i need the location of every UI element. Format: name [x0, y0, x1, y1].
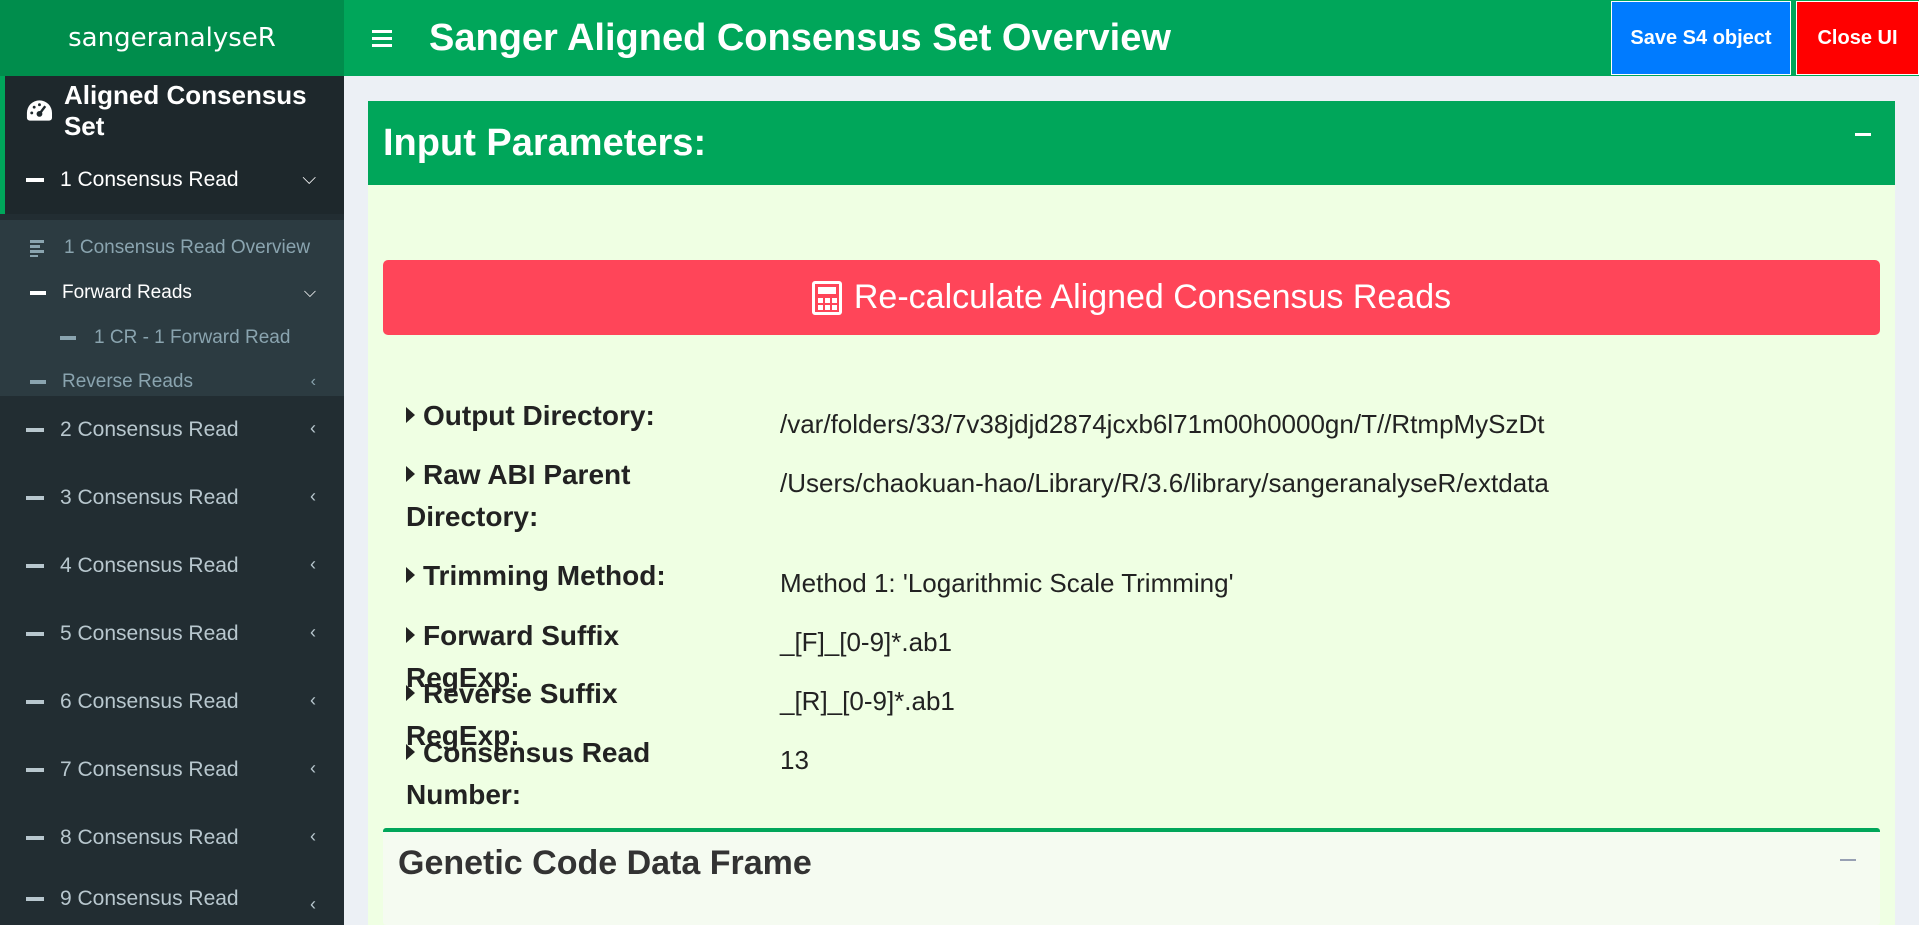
chevron-left-icon: ‹: [310, 894, 316, 914]
submenu-item-overview[interactable]: 1 Consensus Read Overview: [0, 226, 344, 270]
sidebar-item-label: 5 Consensus Read: [60, 622, 239, 645]
consensus-read-1-submenu: 1 Consensus Read Overview Forward Reads …: [0, 220, 344, 396]
genetic-code-panel-title: Genetic Code Data Frame: [398, 844, 812, 882]
chevron-left-icon: ‹: [310, 373, 316, 390]
chevron-left-icon: ‹: [310, 554, 316, 574]
collapse-icon[interactable]: [1838, 850, 1858, 870]
sidebar-header[interactable]: Aligned Consensus Set: [0, 76, 344, 146]
minus-icon: [26, 768, 44, 772]
param-value-consensus-read-number: 13: [780, 745, 809, 775]
sidebar-item-label: 1 Consensus Read: [60, 168, 239, 191]
minus-icon: [26, 428, 44, 432]
sidebar-item-consensus-read-4[interactable]: 4 Consensus Read ‹: [0, 532, 344, 600]
sidebar-item-consensus-read-3[interactable]: 3 Consensus Read ‹: [0, 464, 344, 532]
sidebar-item-label: 3 Consensus Read: [60, 486, 239, 509]
submenu-item-label: Reverse Reads: [62, 371, 193, 392]
page-title: Sanger Aligned Consensus Set Overview: [429, 17, 1171, 59]
chevron-left-icon: ‹: [310, 486, 316, 506]
app-logo[interactable]: sangeranalyseR: [0, 0, 344, 76]
chevron-left-icon: ‹: [310, 622, 316, 642]
param-value-output-directory: /var/folders/33/7v38jdjd2874jcxb6l71m00h…: [780, 409, 1545, 439]
sidebar-item-consensus-read-7[interactable]: 7 Consensus Read ‹: [0, 736, 344, 804]
param-label-consensus-read-number[interactable]: Consensus Read Number:: [406, 732, 726, 816]
sidebar-item-label: 2 Consensus Read: [60, 418, 239, 441]
submenu-item-forward-reads[interactable]: Forward Reads ⌵: [0, 271, 344, 315]
submenu-item-label: Forward Reads: [62, 282, 192, 303]
genetic-code-panel: Genetic Code Data Frame: [383, 828, 1880, 925]
submenu-item-label: 1 CR - 1 Forward Read: [94, 327, 291, 348]
minus-icon: [26, 496, 44, 500]
caret-right-icon: [406, 567, 415, 583]
sidebar-toggle-icon[interactable]: [364, 20, 400, 56]
minus-icon: [26, 564, 44, 568]
param-value-trimming-method: Method 1: 'Logarithmic Scale Trimming': [780, 568, 1234, 598]
sidebar-item-consensus-read-5[interactable]: 5 Consensus Read ‹: [0, 600, 344, 668]
param-label-trimming-method[interactable]: Trimming Method:: [406, 555, 726, 597]
caret-right-icon: [406, 466, 415, 482]
sidebar-item-consensus-read-9[interactable]: 9 Consensus Read ‹: [0, 872, 344, 925]
sidebar-item-consensus-read-8[interactable]: 8 Consensus Read ‹: [0, 804, 344, 872]
calculator-icon: [811, 280, 842, 315]
minus-icon: [26, 632, 44, 636]
minus-icon: [26, 700, 44, 704]
caret-right-icon: [406, 627, 415, 643]
param-label-raw-abi-directory[interactable]: Raw ABI Parent Directory:: [406, 454, 726, 538]
align-left-icon: [30, 240, 44, 257]
caret-right-icon: [406, 685, 415, 701]
panel-header: Input Parameters:: [368, 101, 1895, 185]
caret-right-icon: [406, 407, 415, 423]
param-label-output-directory[interactable]: Output Directory:: [406, 395, 726, 437]
save-s4-object-button[interactable]: Save S4 object: [1611, 1, 1791, 75]
minus-icon: [26, 896, 44, 901]
sidebar-item-consensus-read-1[interactable]: 1 Consensus Read ⌵: [0, 146, 344, 214]
sidebar-item-label: 9 Consensus Read: [60, 886, 239, 910]
chevron-left-icon: ‹: [310, 826, 316, 846]
input-parameters-panel: Input Parameters: Re-calculate Aligned C…: [368, 101, 1895, 925]
recalculate-label: Re-calculate Aligned Consensus Reads: [853, 278, 1452, 316]
minus-icon: [30, 380, 46, 384]
recalculate-button[interactable]: Re-calculate Aligned Consensus Reads: [383, 260, 1880, 335]
sidebar-item-consensus-read-2[interactable]: 2 Consensus Read ‹: [0, 396, 344, 464]
collapse-icon[interactable]: [1851, 123, 1875, 147]
minus-icon: [26, 178, 44, 182]
param-value-reverse-suffix: _[R]_[0-9]*.ab1: [780, 686, 955, 716]
param-value-raw-abi-directory: /Users/chaokuan-hao/Library/R/3.6/librar…: [780, 468, 1549, 498]
minus-icon: [30, 291, 46, 295]
chevron-left-icon: ‹: [310, 418, 316, 438]
sidebar-item-label: 4 Consensus Read: [60, 554, 239, 577]
minus-icon: [26, 836, 44, 840]
submenu-item-forward-read-1[interactable]: 1 CR - 1 Forward Read: [0, 316, 344, 360]
chevron-left-icon: ‹: [310, 758, 316, 778]
chevron-left-icon: ‹: [310, 690, 316, 710]
top-navbar: Sanger Aligned Consensus Set Overview Sa…: [344, 0, 1919, 76]
chevron-down-icon: ⌵: [302, 168, 316, 188]
sidebar-item-label: 8 Consensus Read: [60, 826, 239, 849]
submenu-item-label: 1 Consensus Read Overview: [64, 237, 311, 258]
sidebar-header-label: Aligned Consensus Set: [63, 80, 307, 141]
close-ui-button[interactable]: Close UI: [1796, 1, 1919, 75]
sidebar-item-label: 6 Consensus Read: [60, 690, 239, 713]
sidebar: Aligned Consensus Set 1 Consensus Read ⌵…: [0, 76, 344, 925]
chevron-down-icon: ⌵: [303, 284, 316, 301]
sidebar-item-consensus-read-6[interactable]: 6 Consensus Read ‹: [0, 668, 344, 736]
minus-icon: [60, 336, 76, 340]
caret-right-icon: [406, 744, 415, 760]
sidebar-item-label: 7 Consensus Read: [60, 758, 239, 781]
dashboard-gauge-icon: [26, 100, 53, 121]
param-value-forward-suffix: _[F]_[0-9]*.ab1: [780, 627, 952, 657]
panel-title: Input Parameters:: [383, 121, 707, 164]
